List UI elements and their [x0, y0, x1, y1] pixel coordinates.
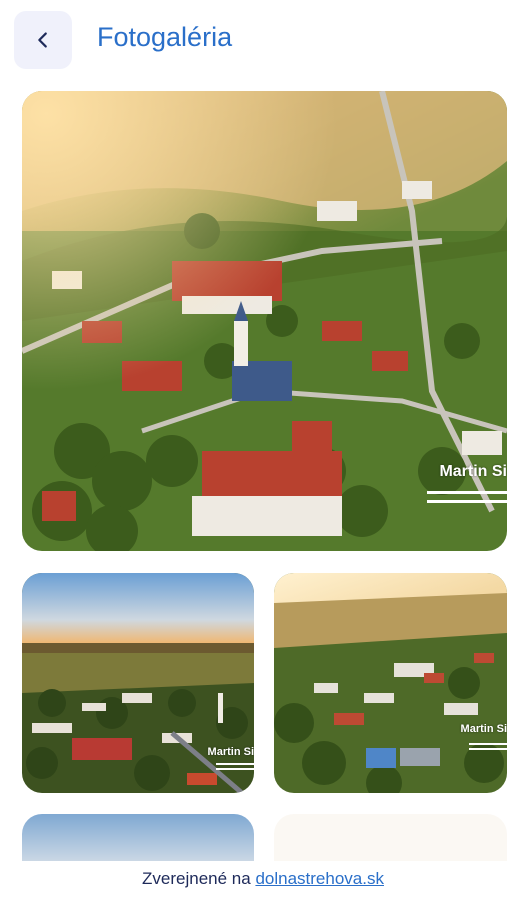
gallery-photo-2[interactable]: Martin Si [22, 573, 254, 793]
photo-watermark: Martin Si [439, 463, 507, 480]
watermark-lines [216, 763, 254, 776]
footer-link[interactable]: dolnastrehova.sk [255, 869, 384, 888]
photo-watermark: Martin Si [207, 746, 254, 758]
footer: Zverejnené na dolnastrehova.sk [0, 861, 526, 900]
village-sunset-image [22, 573, 254, 793]
header: Fotogaléria [0, 0, 526, 84]
photo-watermark: Martin Si [460, 723, 507, 735]
gallery-photo-3[interactable]: Martin Si [274, 573, 507, 793]
chevron-left-icon [38, 32, 47, 48]
gallery-photo-main[interactable]: Martin Si [22, 91, 507, 551]
page-title: Fotogaléria [97, 22, 233, 52]
village-golden-hour-image [274, 573, 507, 793]
watermark-lines [427, 491, 507, 509]
screen: Fotogaléria Martin Si Martin Si Martin S… [0, 0, 526, 900]
footer-prefix: Zverejnené na [142, 869, 251, 888]
back-button[interactable] [14, 11, 72, 69]
village-aerial-image [22, 91, 507, 551]
watermark-lines [469, 743, 507, 756]
